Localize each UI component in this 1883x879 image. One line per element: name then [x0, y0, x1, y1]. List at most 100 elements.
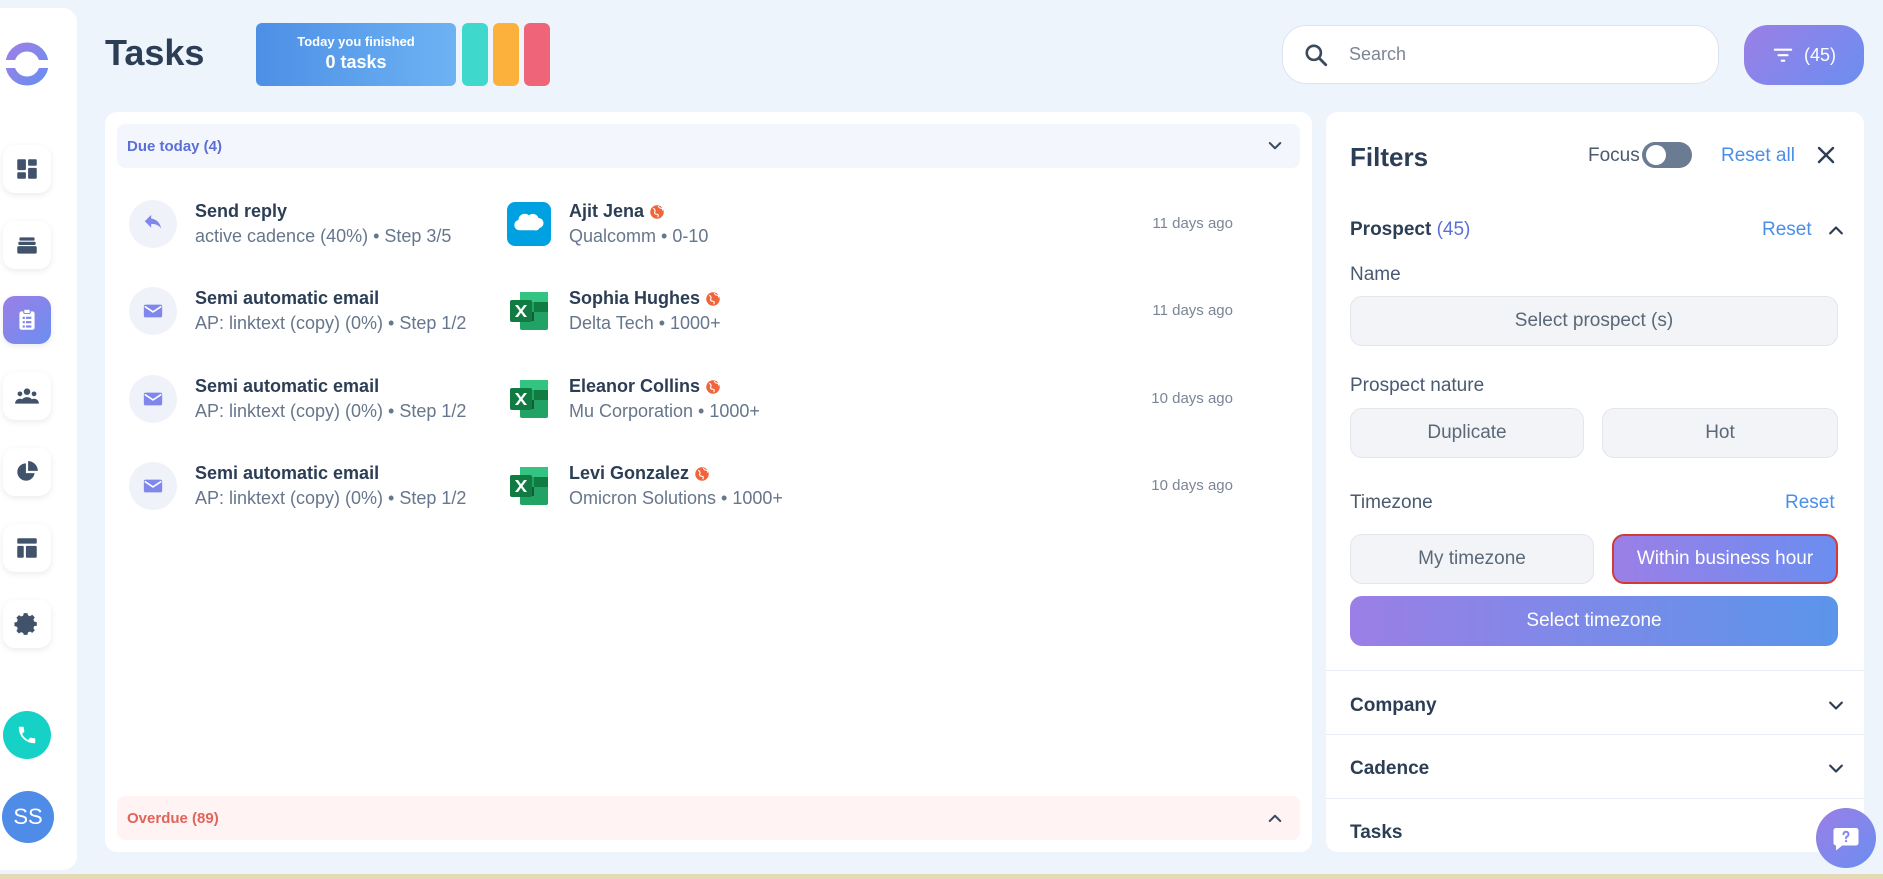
prospect-name-text: Ajit Jena	[569, 201, 645, 221]
timezone-globe-icon	[706, 379, 720, 394]
task-time: 11 days ago	[1152, 215, 1233, 232]
group-due-label: Due today (4)	[127, 137, 223, 155]
spreadsheet-icon	[510, 467, 548, 505]
nature-hot-button[interactable]: Hot	[1602, 408, 1838, 458]
chevron-up-icon[interactable]	[1266, 809, 1284, 827]
divider	[1326, 798, 1864, 799]
salesforce-icon	[507, 202, 551, 246]
help-button[interactable]	[1816, 808, 1876, 868]
prospect-label: Prospect	[1350, 219, 1432, 240]
task-title: Semi automatic email	[195, 288, 380, 308]
prospect-name-text: Sophia Hughes	[569, 288, 701, 308]
my-timezone-button[interactable]: My timezone	[1350, 534, 1594, 584]
spreadsheet-icon	[510, 380, 548, 418]
sidebar-item-prospects[interactable]	[3, 372, 51, 420]
select-prospect-dropdown[interactable]: Select prospect (s)	[1350, 296, 1838, 346]
excel-icon	[507, 464, 551, 508]
clipboard-icon	[19, 308, 35, 330]
timezone-globe-icon	[706, 291, 720, 306]
filter-count: (45)	[1803, 44, 1836, 65]
prospect-name-text: Eleanor Collins	[569, 376, 701, 396]
group-overdue[interactable]: Overdue (89)	[117, 796, 1300, 840]
task-row[interactable]: Semi automatic email AP: linktext (copy)…	[129, 279, 1289, 343]
close-icon[interactable]	[1814, 143, 1838, 167]
search-icon	[1305, 43, 1328, 66]
phone-icon	[18, 726, 36, 744]
dashboard-icon	[17, 159, 37, 179]
group-overdue-label: Overdue (89)	[127, 809, 219, 827]
prospect-name[interactable]: Eleanor Collins	[569, 376, 722, 397]
task-type-icon	[129, 200, 177, 248]
task-subtitle: active cadence (40%) • Step 3/5	[195, 226, 452, 246]
prospect-name[interactable]: Sophia Hughes	[569, 288, 722, 309]
task-row[interactable]: Send reply active cadence (40%) • Step 3…	[129, 192, 1289, 256]
chevron-down-icon[interactable]	[1266, 137, 1284, 155]
progress-pill-teal[interactable]	[462, 23, 488, 86]
nature-duplicate-button[interactable]: Duplicate	[1350, 408, 1584, 458]
pie-chart-icon	[17, 461, 38, 481]
sidebar-item-settings[interactable]	[3, 600, 51, 648]
prospect-company: Delta Tech • 1000+	[569, 313, 721, 333]
task-row[interactable]: Semi automatic email AP: linktext (copy)…	[129, 454, 1289, 518]
divider	[1326, 734, 1864, 735]
sidebar-item-reports[interactable]	[3, 448, 51, 496]
tasks-section-header[interactable]: Tasks	[1350, 822, 1402, 844]
bottom-strip	[0, 874, 1883, 879]
mail-icon	[143, 304, 163, 318]
company-section-header[interactable]: Company	[1350, 695, 1437, 717]
avatar[interactable]: SS	[2, 791, 54, 843]
name-label: Name	[1350, 264, 1401, 285]
mail-icon	[143, 392, 163, 406]
task-type-icon	[129, 462, 177, 510]
my-timezone-text: My timezone	[1418, 548, 1526, 569]
call-button[interactable]	[3, 711, 51, 759]
prospect-company: Mu Corporation • 1000+	[569, 401, 760, 421]
chevron-down-icon[interactable]	[1826, 696, 1846, 716]
group-due-today[interactable]: Due today (4)	[117, 124, 1300, 168]
task-subtitle: AP: linktext (copy) (0%) • Step 1/2	[195, 401, 467, 421]
prospect-company: Omicron Solutions • 1000+	[569, 488, 783, 508]
prospect-name[interactable]: Levi Gonzalez	[569, 463, 711, 484]
layout-icon	[17, 538, 37, 558]
timezone-reset-link[interactable]: Reset	[1785, 492, 1835, 514]
prospect-reset-link[interactable]: Reset	[1762, 219, 1812, 241]
timezone-label: Timezone	[1350, 492, 1433, 513]
task-time: 11 days ago	[1152, 302, 1233, 319]
prospect-count: (45)	[1436, 219, 1471, 240]
cadence-section-header[interactable]: Cadence	[1350, 758, 1429, 780]
filter-icon	[1773, 48, 1793, 62]
progress-pill-orange[interactable]	[493, 23, 519, 86]
task-type-icon	[129, 287, 177, 335]
tasks-panel: Due today (4) Send reply active cadence …	[105, 112, 1312, 852]
app-logo-icon[interactable]	[3, 40, 51, 88]
sidebar-item-inbox[interactable]	[3, 221, 51, 269]
task-row[interactable]: Semi automatic email AP: linktext (copy)…	[129, 367, 1289, 431]
prospect-company: Qualcomm • 0-10	[569, 226, 709, 246]
filter-button[interactable]: (45)	[1744, 25, 1864, 85]
within-business-hour-button[interactable]: Within business hour	[1612, 534, 1838, 584]
select-timezone-button[interactable]: Select timezone	[1350, 596, 1838, 646]
chevron-down-icon[interactable]	[1826, 759, 1846, 779]
search-input[interactable]	[1349, 44, 1709, 65]
filters-panel: Filters Focus Reset all Prospect (45) Re…	[1326, 112, 1864, 852]
progress-pill-pink[interactable]	[524, 23, 550, 86]
task-title: Send reply	[195, 201, 288, 221]
prospect-name[interactable]: Ajit Jena	[569, 201, 666, 222]
filters-title: Filters	[1350, 142, 1429, 172]
prospect-nature-label: Prospect nature	[1350, 375, 1485, 396]
task-time: 10 days ago	[1151, 390, 1233, 407]
search-bar[interactable]	[1282, 25, 1719, 84]
prospect-section-header[interactable]: Prospect (45)	[1350, 219, 1470, 241]
sidebar-item-tasks[interactable]	[3, 296, 51, 344]
chevron-up-icon[interactable]	[1826, 220, 1846, 240]
inbox-stack-icon	[17, 237, 37, 254]
spreadsheet-icon	[510, 292, 548, 330]
reset-all-link[interactable]: Reset all	[1721, 145, 1795, 167]
sidebar-item-dashboard[interactable]	[3, 145, 51, 193]
sidebar-item-templates[interactable]	[3, 524, 51, 572]
task-subtitle: AP: linktext (copy) (0%) • Step 1/2	[195, 488, 467, 508]
sidebar: SS	[0, 8, 77, 870]
prospect-name-text: Levi Gonzalez	[569, 463, 690, 483]
focus-toggle[interactable]	[1642, 142, 1692, 168]
gear-icon	[14, 613, 37, 635]
